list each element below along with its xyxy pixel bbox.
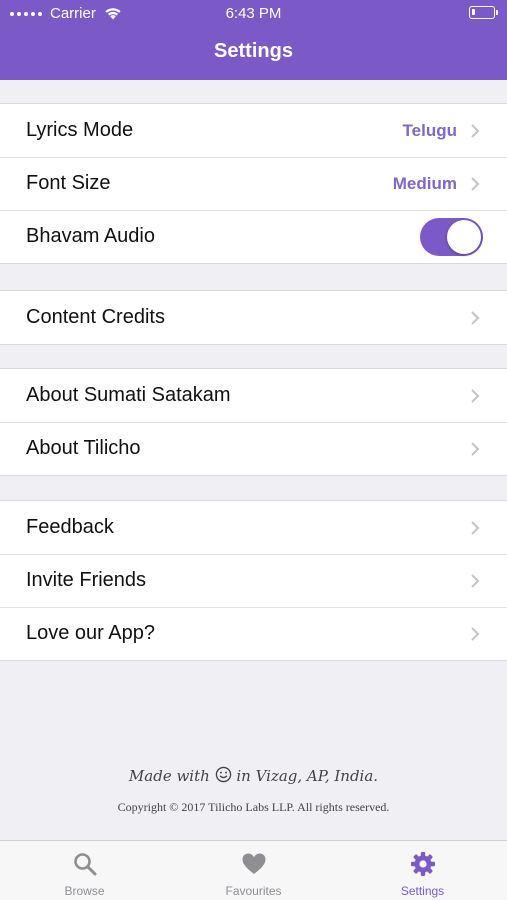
tab-favourites[interactable]: Favourites (169, 841, 338, 900)
chevron-right-icon (471, 573, 480, 588)
row-love-our-app[interactable]: Love our App? (0, 607, 507, 660)
tagline-location: in Vizag, AP, India. (236, 767, 379, 785)
chevron-right-icon (471, 441, 480, 456)
toggle-knob (447, 219, 481, 254)
chevron-right-icon (471, 310, 480, 325)
row-label: About Sumati Satakam (26, 384, 231, 406)
row-lyrics-mode[interactable]: Lyrics Mode Telugu (0, 104, 507, 157)
tab-browse[interactable]: Browse (0, 841, 169, 900)
tab-label: Browse (64, 884, 105, 898)
row-invite-friends[interactable]: Invite Friends (0, 554, 507, 607)
row-font-size[interactable]: Font Size Medium (0, 157, 507, 210)
bhavam-audio-toggle[interactable] (420, 217, 483, 256)
chevron-right-icon (471, 123, 480, 138)
chevron-right-icon (471, 626, 480, 641)
row-label: About Tilicho (26, 437, 141, 459)
settings-group-social: Feedback Invite Friends Love our App? (0, 500, 507, 661)
row-bhavam-audio: Bhavam Audio (0, 210, 507, 263)
font-size-value: Medium (392, 173, 457, 193)
row-label: Bhavam Audio (26, 225, 155, 247)
settings-group-about: About Sumati Satakam About Tilicho (0, 368, 507, 476)
tab-bar: Browse Favourites Settings (0, 840, 507, 900)
row-about-tilicho[interactable]: About Tilicho (0, 422, 507, 475)
status-time: 6:43 PM (225, 5, 282, 22)
row-label: Love our App? (26, 622, 155, 644)
row-about-sumati-satakam[interactable]: About Sumati Satakam (0, 369, 507, 422)
footer-tagline: Made with in Vizag, AP, India. (0, 766, 507, 785)
tab-settings[interactable]: Settings (338, 841, 507, 900)
tagline-text: Made with (128, 767, 210, 785)
copyright-text: Copyright © 2017 Tilicho Labs LLP. All r… (117, 800, 390, 814)
row-label: Feedback (26, 516, 114, 538)
settings-group-credits: Content Credits (0, 290, 507, 345)
status-bar: Carrier 6:43 PM (0, 0, 507, 26)
gear-icon (410, 852, 435, 876)
settings-group-preferences: Lyrics Mode Telugu Font Size Medium Bhav… (0, 103, 507, 264)
search-icon (73, 853, 96, 876)
row-label: Content Credits (26, 306, 165, 328)
heart-icon (242, 853, 265, 874)
row-label: Lyrics Mode (26, 119, 134, 141)
row-label: Invite Friends (26, 569, 147, 591)
tab-label: Favourites (225, 884, 282, 898)
row-feedback[interactable]: Feedback (0, 501, 507, 554)
row-content-credits[interactable]: Content Credits (0, 291, 507, 344)
lyrics-mode-value: Telugu (402, 120, 457, 140)
chevron-right-icon (471, 520, 480, 535)
chevron-right-icon (471, 176, 480, 191)
battery-icon (469, 6, 498, 19)
row-label: Font Size (26, 172, 111, 194)
page-title: Settings (214, 40, 293, 62)
smiley-icon (215, 766, 231, 783)
tab-label: Settings (400, 884, 445, 898)
navigation-header: Carrier 6:43 PM Settings (0, 0, 507, 80)
chevron-right-icon (471, 388, 480, 403)
